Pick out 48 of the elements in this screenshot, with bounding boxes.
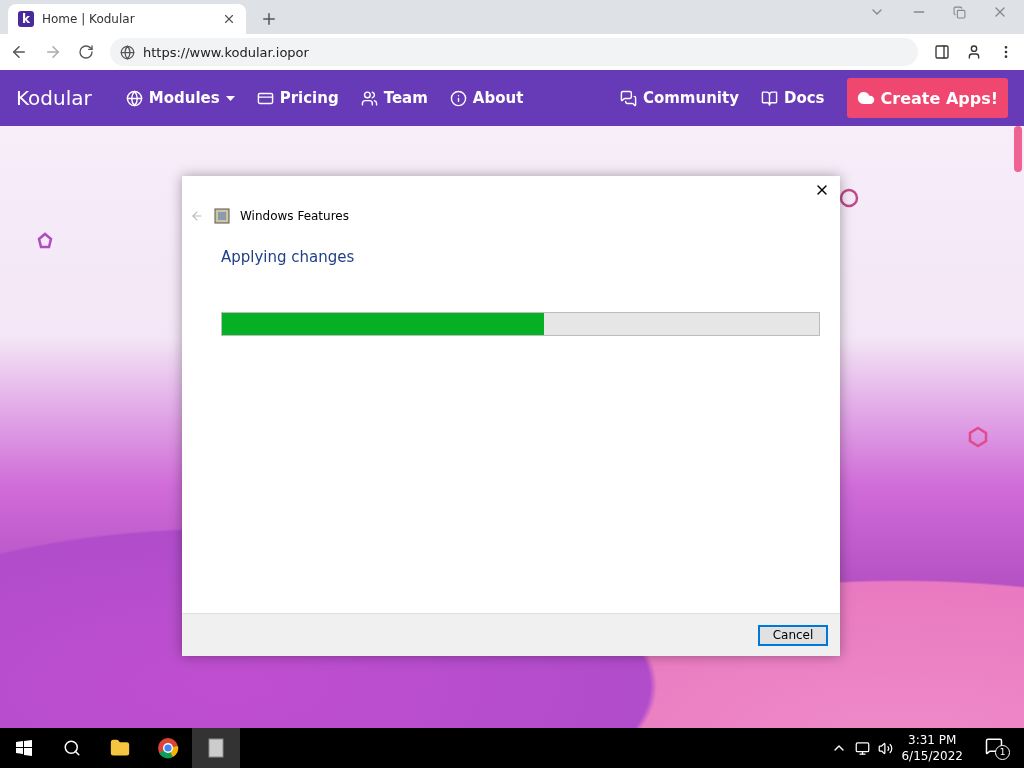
globe-icon <box>120 44 135 60</box>
notification-count: 1 <box>995 744 1010 760</box>
globe-icon <box>125 89 143 107</box>
book-icon <box>760 89 778 107</box>
browser-tab[interactable]: k Home | Kodular <box>8 4 246 34</box>
nav-link[interactable]: Modules <box>125 89 235 107</box>
create-apps-button[interactable]: Create Apps! <box>846 78 1008 118</box>
people-icon <box>360 89 378 107</box>
back-icon[interactable] <box>10 43 28 61</box>
caret-icon <box>225 95 235 101</box>
app-button[interactable] <box>192 728 240 768</box>
folder-icon <box>110 738 130 758</box>
url-text: https://www.kodular.iopor <box>143 44 309 60</box>
clock-time: 3:31 PM <box>908 732 957 748</box>
search-icon <box>63 739 81 757</box>
windows-logo-icon <box>16 740 32 756</box>
tab-title: Home | Kodular <box>42 12 136 26</box>
dialog-heading: Applying changes <box>221 248 356 266</box>
circle-icon <box>838 187 860 209</box>
side-panel-icon[interactable] <box>934 44 950 60</box>
dialog-title: Windows Features <box>240 209 349 223</box>
window-app-icon <box>214 208 230 224</box>
close-icon[interactable] <box>222 12 236 26</box>
reload-icon[interactable] <box>78 44 94 60</box>
new-tab-icon[interactable] <box>260 10 278 28</box>
app-icon <box>208 738 224 758</box>
pentagon-icon <box>36 232 54 250</box>
favicon: k <box>18 11 34 27</box>
info-icon <box>449 89 467 107</box>
restore-icon[interactable] <box>953 4 966 20</box>
clock[interactable]: 3:31 PM 6/15/2022 <box>901 732 963 764</box>
address-bar[interactable]: https://www.kodular.iopor <box>110 38 918 66</box>
network-icon[interactable] <box>855 740 871 756</box>
browser-logo-icon <box>157 737 179 759</box>
volume-icon[interactable] <box>878 740 894 756</box>
nav-link[interactable]: About <box>449 89 524 107</box>
nav-link[interactable]: Community <box>619 89 739 107</box>
profile-icon[interactable] <box>966 44 982 60</box>
site-logo[interactable]: Kodular <box>16 86 92 110</box>
nav-link[interactable]: Docs <box>760 89 825 107</box>
hexagon-icon <box>967 426 989 448</box>
cancel-button[interactable]: Cancel <box>758 624 828 646</box>
cloud-icon <box>856 89 875 107</box>
clock-date: 6/15/2022 <box>901 748 963 764</box>
nav-link[interactable]: Team <box>360 89 428 107</box>
scrollbar-thumb[interactable] <box>1014 126 1022 172</box>
chat-bubbles-icon <box>619 89 637 107</box>
nav-link[interactable]: Pricing <box>256 89 339 107</box>
